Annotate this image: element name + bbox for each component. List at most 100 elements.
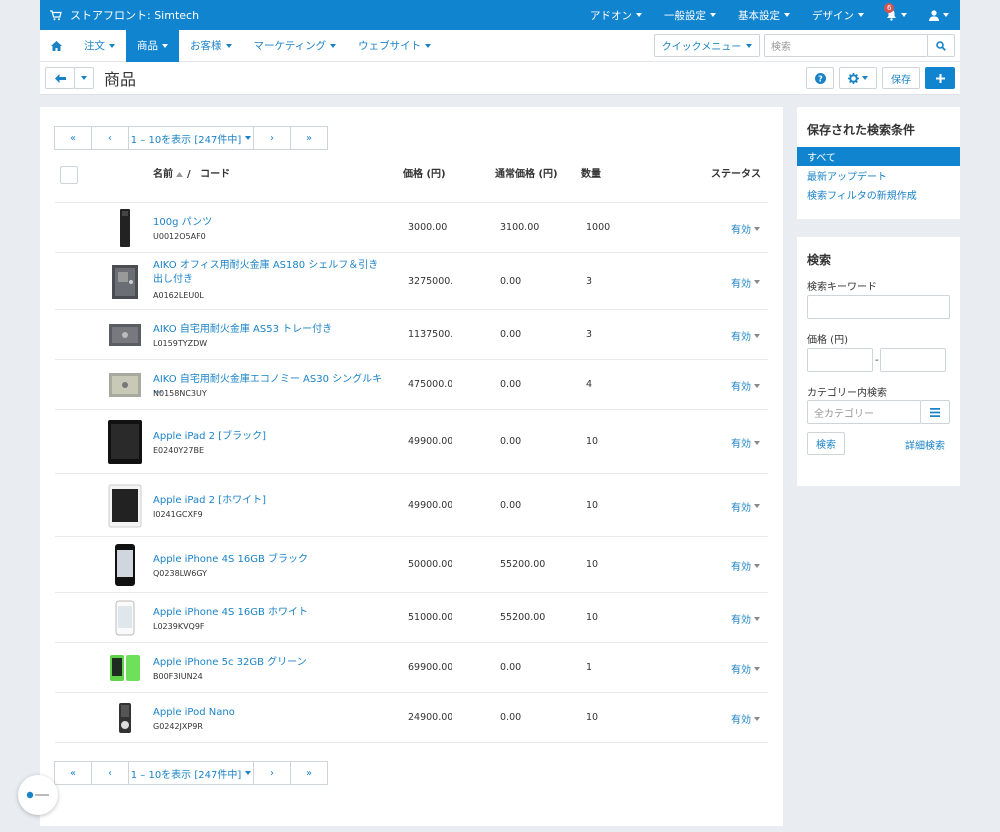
product-price[interactable]: 69900.00 <box>408 662 452 673</box>
saved-search-create-filter[interactable]: 検索フィルタの新規作成 <box>797 185 960 204</box>
column-header-status[interactable]: ステータス <box>711 165 761 180</box>
pager-range-dropdown[interactable]: 1 – 10を表示 [247件中] <box>128 761 254 785</box>
advanced-search-link[interactable]: 詳細検索 <box>905 437 945 452</box>
product-list-price[interactable]: 3100.00 <box>500 222 539 233</box>
status-dropdown[interactable]: 有効 <box>731 558 760 573</box>
pager-last-button[interactable]: » <box>290 761 328 785</box>
menu-general-settings[interactable]: 一般設定 <box>653 0 727 30</box>
product-quantity[interactable]: 4 <box>586 379 592 390</box>
save-button[interactable]: 保存 <box>882 67 920 89</box>
table-row[interactable]: AIKO オフィス用耐火金庫 AS180 シェルフ＆引き出し付き A0162LEU… <box>55 252 768 309</box>
price-from-input[interactable] <box>807 348 873 372</box>
product-thumbnail[interactable] <box>105 360 145 410</box>
product-thumbnail[interactable] <box>105 410 145 474</box>
product-list-price[interactable]: 55200.00 <box>500 612 545 623</box>
nav-home[interactable] <box>40 30 73 62</box>
product-name-link[interactable]: AIKO 自宅用耐火金庫 AS53 トレー付き <box>153 323 388 337</box>
help-button[interactable]: ? <box>806 67 834 89</box>
column-header-quantity[interactable]: 数量 <box>581 165 601 180</box>
pager-prev-button[interactable]: ‹ <box>91 126 129 150</box>
product-name-link[interactable]: Apple iPhone 4S 16GB ホワイト <box>153 606 388 620</box>
table-row[interactable]: Apple iPod Nano G0242JXP9R 24900.00 0.00 10 有… <box>55 692 768 742</box>
product-name-link[interactable]: AIKO オフィス用耐火金庫 AS180 シェルフ＆引き出し付き <box>153 259 388 287</box>
product-quantity[interactable]: 1000 <box>586 222 610 233</box>
pager-next-button[interactable]: › <box>253 126 291 150</box>
product-name-link[interactable]: Apple iPad 2 [ホワイト] <box>153 494 388 508</box>
column-header-list-price[interactable]: 通常価格 (円) <box>495 165 558 180</box>
product-list-price[interactable]: 0.00 <box>500 276 521 287</box>
product-quantity[interactable]: 3 <box>586 329 592 340</box>
product-price[interactable]: 3275000.0 <box>408 276 452 287</box>
product-name-link[interactable]: Apple iPod Nano <box>153 706 388 720</box>
status-dropdown[interactable]: 有効 <box>731 378 760 393</box>
quick-menu-button[interactable]: クイックメニュー <box>654 34 760 57</box>
pager-last-button[interactable]: » <box>290 126 328 150</box>
pager-first-button[interactable]: « <box>54 126 92 150</box>
status-dropdown[interactable]: 有効 <box>731 611 760 626</box>
product-name-link[interactable]: Apple iPad 2 [ブラック] <box>153 430 388 444</box>
product-price[interactable]: 1137500.0 <box>408 329 452 340</box>
nav-orders[interactable]: 注文 <box>73 30 126 62</box>
pager-range-dropdown[interactable]: 1 – 10を表示 [247件中] <box>128 126 254 150</box>
user-menu[interactable] <box>918 0 960 30</box>
product-thumbnail[interactable] <box>105 310 145 360</box>
nav-products[interactable]: 商品 <box>126 29 179 62</box>
product-price[interactable]: 475000.00 <box>408 379 452 390</box>
pager-prev-button[interactable]: ‹ <box>91 761 129 785</box>
product-thumbnail[interactable] <box>105 537 145 593</box>
column-header-price[interactable]: 価格 (円) <box>403 165 446 180</box>
menu-basic-settings[interactable]: 基本設定 <box>727 0 801 30</box>
nav-customers[interactable]: お客様 <box>179 30 243 62</box>
product-thumbnail[interactable] <box>105 693 145 743</box>
table-row[interactable]: Apple iPhone 5c 32GB グリーン B00F3IUN24 69900… <box>55 642 768 692</box>
product-price[interactable]: 50000.00 <box>408 559 452 570</box>
column-header-code[interactable]: コード <box>200 169 230 180</box>
product-quantity[interactable]: 3 <box>586 276 592 287</box>
column-header-name[interactable]: 名前 / コード <box>153 165 230 180</box>
status-dropdown[interactable]: 有効 <box>731 435 760 450</box>
product-thumbnail[interactable] <box>105 474 145 537</box>
settings-dropdown-button[interactable] <box>839 67 877 89</box>
chat-widget-button[interactable] <box>18 775 58 815</box>
product-list-price[interactable]: 0.00 <box>500 379 521 390</box>
nav-marketing[interactable]: マーケティング <box>243 30 348 62</box>
status-dropdown[interactable]: 有効 <box>731 275 760 290</box>
status-dropdown[interactable]: 有効 <box>731 328 760 343</box>
table-row[interactable]: AIKO 自宅用耐火金庫 AS53 トレー付き L0159TYZDW 1137500… <box>55 309 768 359</box>
saved-search-latest-updates[interactable]: 最新アップデート <box>797 166 960 185</box>
product-quantity[interactable]: 1 <box>586 662 592 673</box>
back-button[interactable] <box>45 67 75 89</box>
product-quantity[interactable]: 10 <box>586 436 598 447</box>
product-price[interactable]: 51000.00 <box>408 612 452 623</box>
status-dropdown[interactable]: 有効 <box>731 661 760 676</box>
nav-website[interactable]: ウェブサイト <box>347 30 442 62</box>
price-to-input[interactable] <box>880 348 946 372</box>
product-thumbnail[interactable] <box>105 593 145 643</box>
product-price[interactable]: 49900.00 <box>408 500 452 511</box>
table-row[interactable]: Apple iPhone 4S 16GB ホワイト L0239KVQ9F 51000… <box>55 592 768 642</box>
product-list-price[interactable]: 0.00 <box>500 662 521 673</box>
category-input[interactable]: 全カテゴリー <box>807 400 921 424</box>
product-price[interactable]: 3000.00 <box>408 222 452 233</box>
table-row[interactable]: Apple iPad 2 [ブラック] E0240Y27BE 49900.00 0.0… <box>55 409 768 473</box>
product-price[interactable]: 24900.00 <box>408 712 452 723</box>
product-thumbnail[interactable] <box>105 203 145 253</box>
add-product-button[interactable] <box>925 67 955 89</box>
product-quantity[interactable]: 10 <box>586 500 598 511</box>
product-thumbnail[interactable] <box>105 643 145 693</box>
product-quantity[interactable]: 10 <box>586 612 598 623</box>
product-list-price[interactable]: 55200.00 <box>500 559 545 570</box>
product-name-link[interactable]: Apple iPhone 5c 32GB グリーン <box>153 656 388 670</box>
product-name-link[interactable]: Apple iPhone 4S 16GB ブラック <box>153 553 388 567</box>
table-row[interactable]: Apple iPad 2 [ホワイト] I0241GCXF9 49900.00 0.0… <box>55 473 768 536</box>
saved-search-all[interactable]: すべて <box>797 147 960 166</box>
product-price[interactable]: 49900.00 <box>408 436 452 447</box>
select-all-checkbox[interactable] <box>60 166 78 184</box>
product-name-link[interactable]: 100g パンツ <box>153 216 388 230</box>
status-dropdown[interactable]: 有効 <box>731 499 760 514</box>
product-list-price[interactable]: 0.00 <box>500 500 521 511</box>
menu-design[interactable]: デザイン <box>801 0 875 30</box>
back-history-dropdown[interactable] <box>74 67 94 89</box>
storefront-selector[interactable]: ストアフロント: Simtech <box>40 7 199 23</box>
category-picker-button[interactable] <box>920 400 950 424</box>
